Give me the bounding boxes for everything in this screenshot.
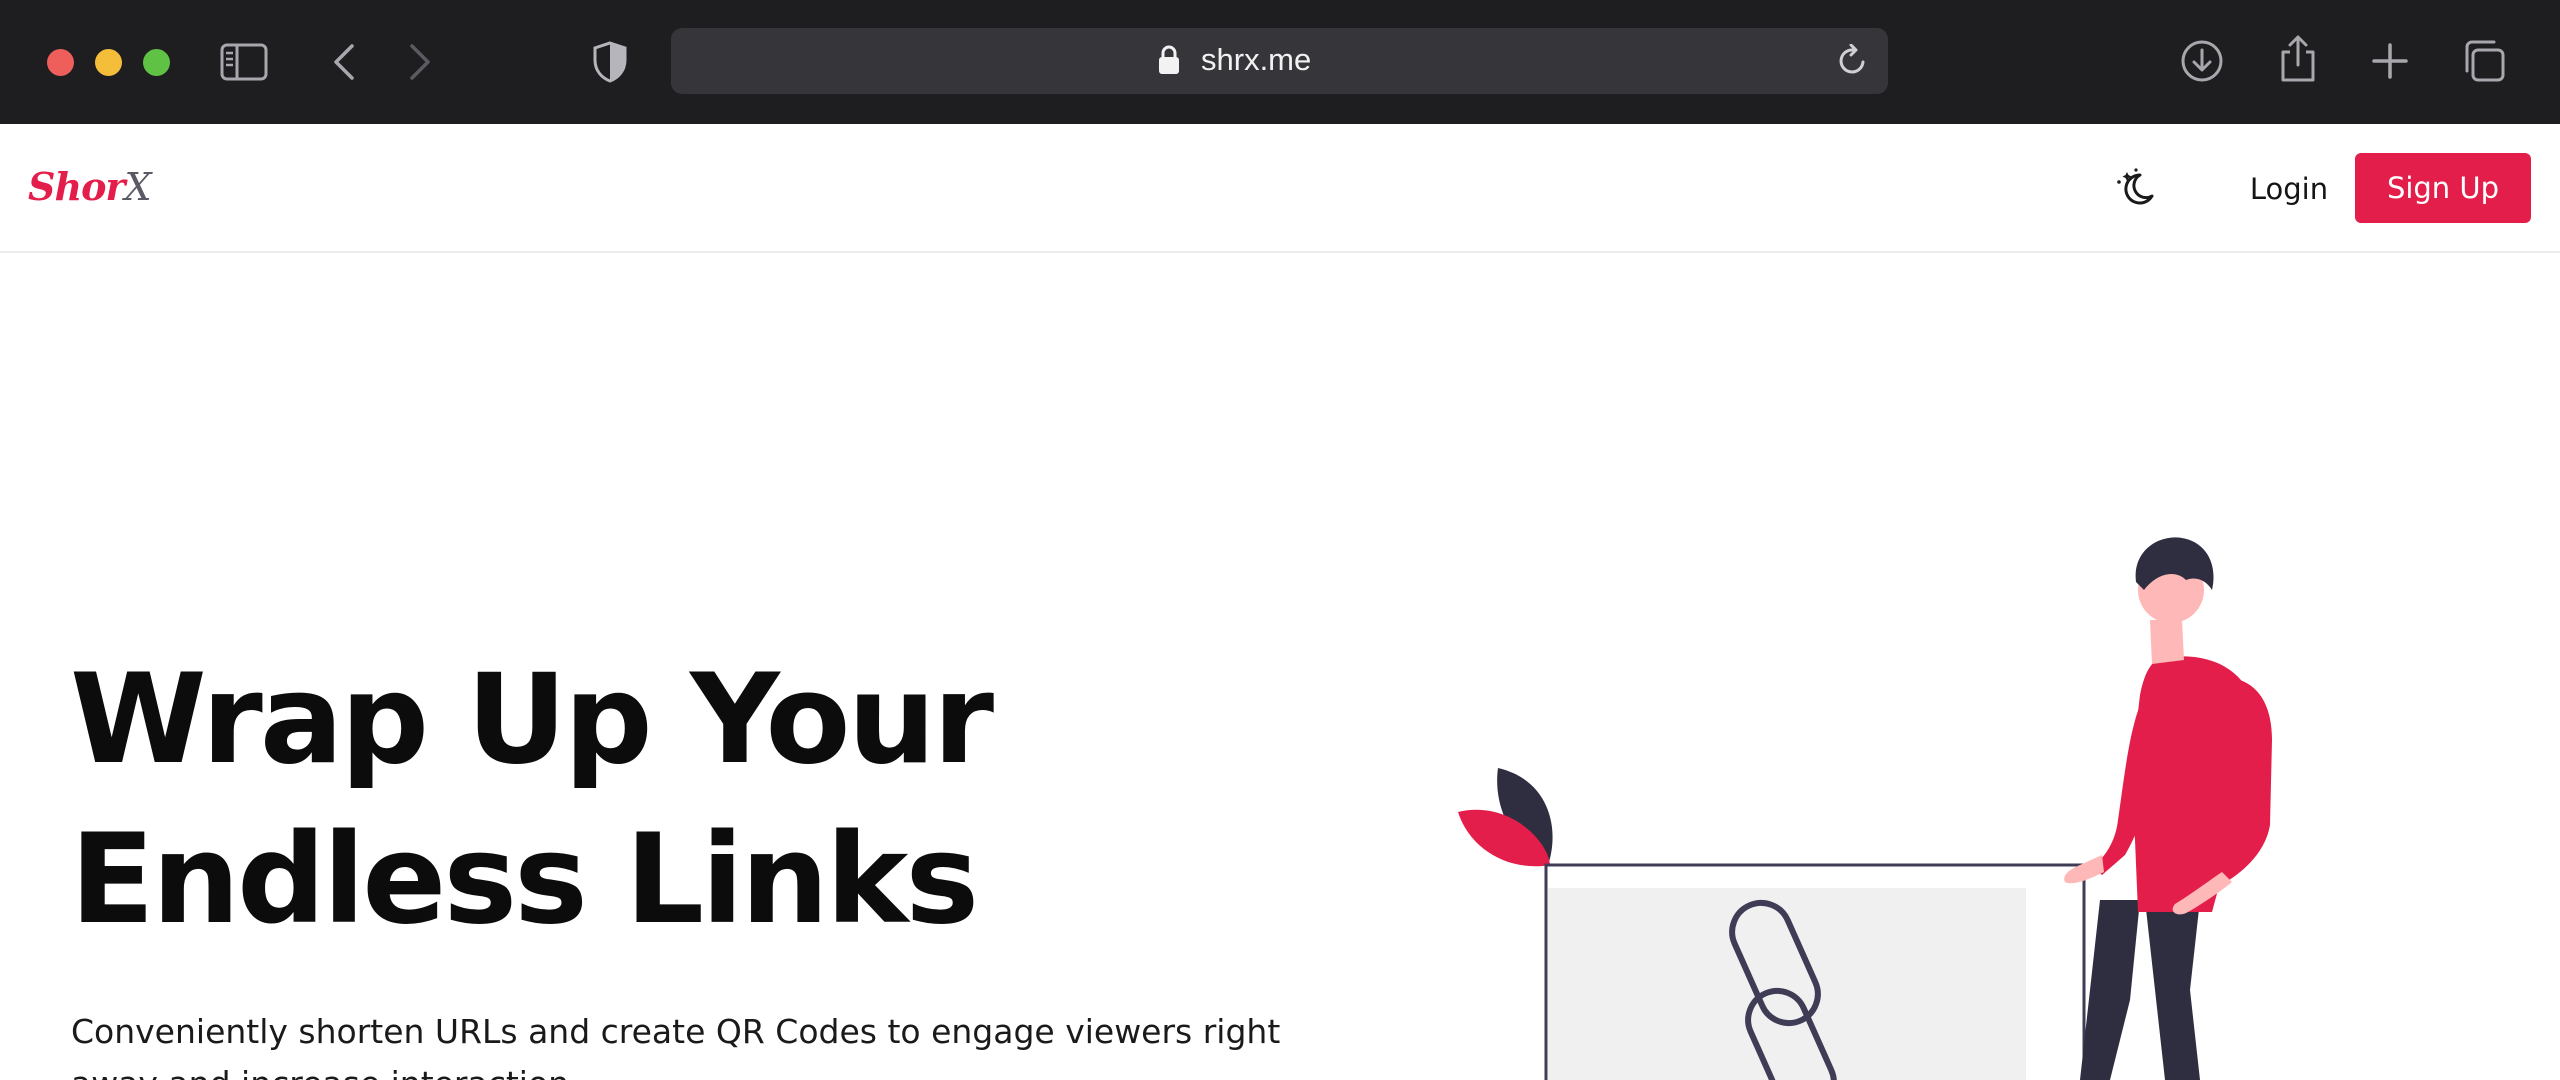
reload-icon[interactable]	[1837, 43, 1869, 82]
url-text: shrx.me	[1201, 42, 1312, 77]
site-header: ShorX Login Sign Up	[0, 124, 2560, 253]
moon-stars-icon[interactable]	[2115, 166, 2159, 210]
person-figure	[2064, 537, 2272, 1080]
minimize-window-button[interactable]	[95, 49, 122, 76]
hero-illustration	[1458, 537, 2272, 1080]
new-tab-icon[interactable]	[2371, 42, 2409, 80]
shield-icon[interactable]	[592, 40, 628, 84]
hero-title-line-1: Wrap Up Your	[70, 648, 994, 792]
zoom-window-button[interactable]	[143, 49, 170, 76]
lock-icon	[1157, 44, 1181, 80]
browser-toolbar: shrx.me	[0, 0, 2560, 124]
brand-text-primary: Shor	[28, 164, 125, 209]
forward-icon[interactable]	[406, 42, 434, 82]
brand-text-secondary: X	[124, 165, 151, 209]
address-bar[interactable]: shrx.me	[671, 28, 1888, 94]
hero-title: Wrap Up Your Endless Links	[70, 640, 1270, 960]
signup-button[interactable]: Sign Up	[2355, 153, 2531, 223]
sidebar-icon[interactable]	[220, 43, 268, 81]
download-icon[interactable]	[2180, 39, 2224, 83]
hero-title-line-2: Endless Links	[70, 808, 979, 952]
brand-logo[interactable]: ShorX	[28, 162, 152, 212]
share-icon[interactable]	[2278, 34, 2318, 84]
tab-overview-icon[interactable]	[2462, 39, 2506, 83]
login-link[interactable]: Login	[2214, 164, 2364, 214]
close-window-button[interactable]	[47, 49, 74, 76]
back-icon[interactable]	[330, 42, 358, 82]
hero-subtitle: Conveniently shorten URLs and create QR …	[71, 1012, 1281, 1080]
